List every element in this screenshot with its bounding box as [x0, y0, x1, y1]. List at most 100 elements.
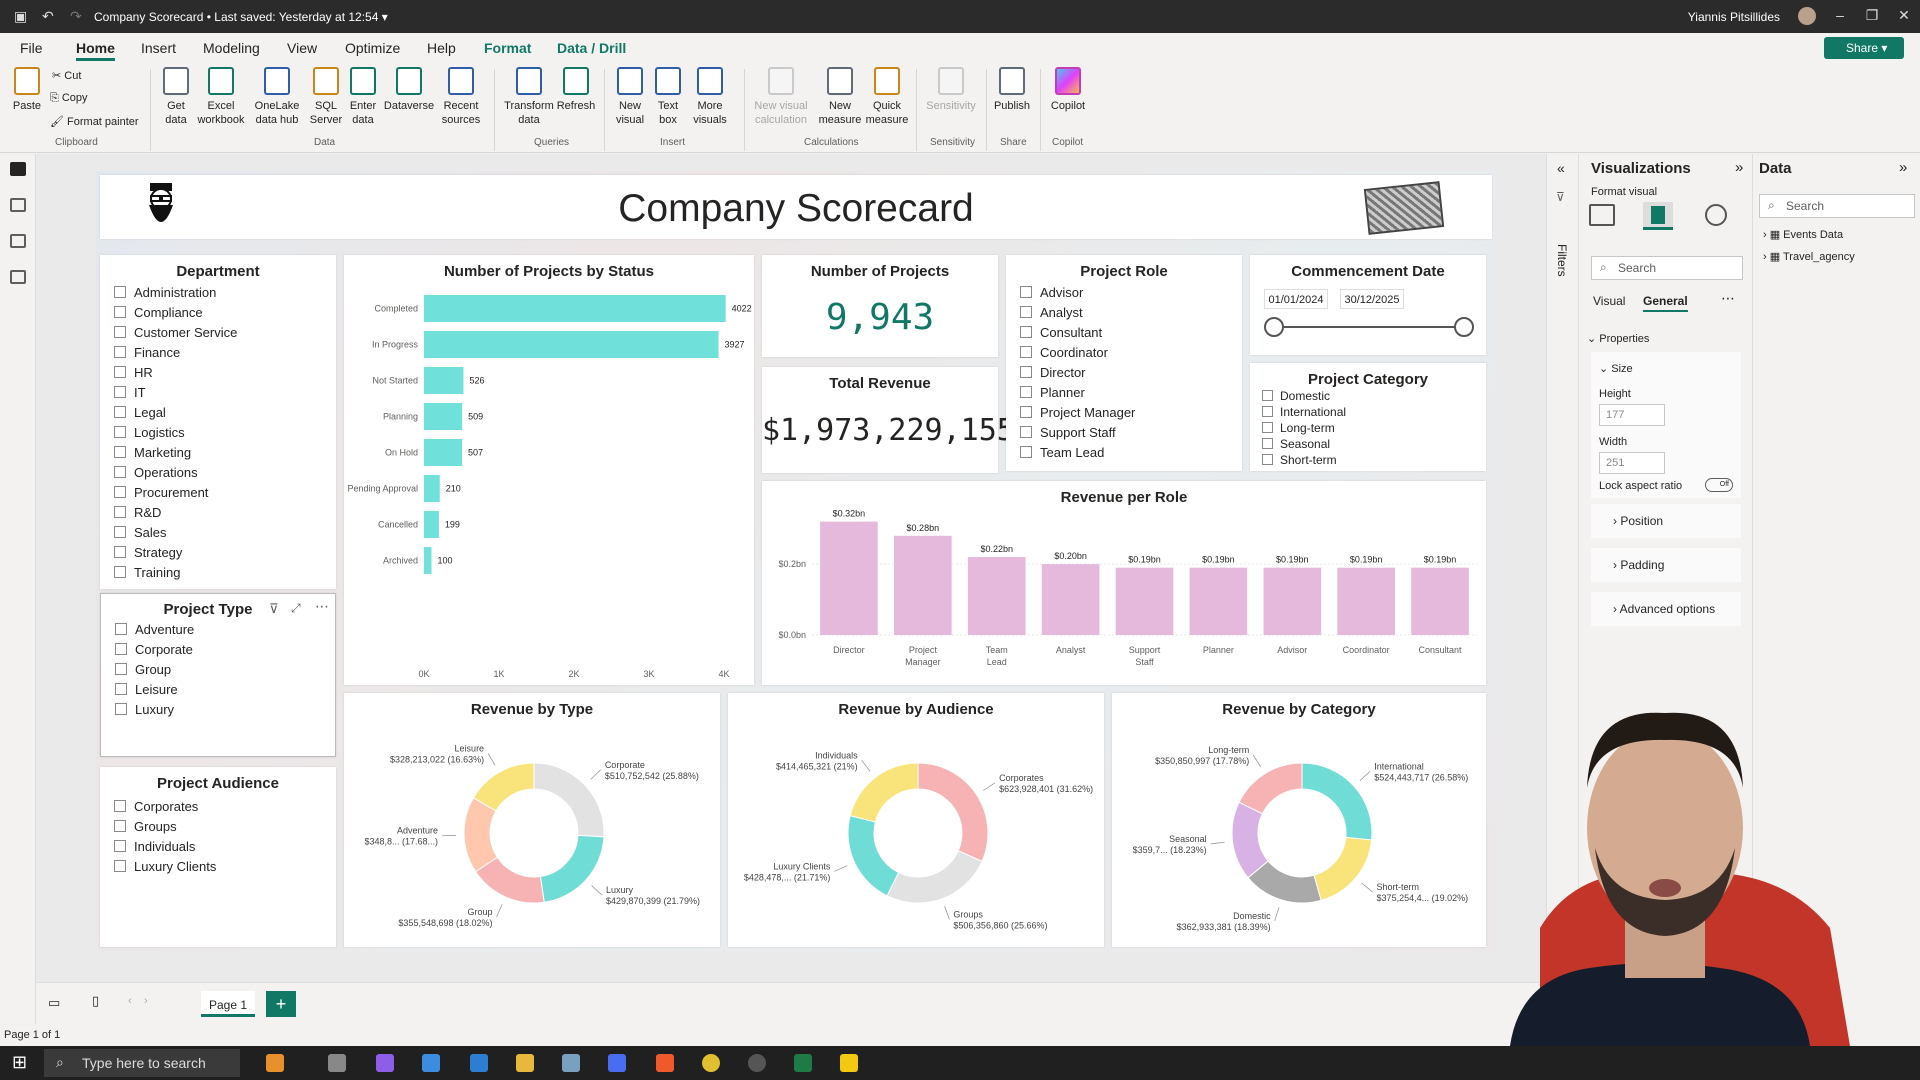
- table-travel-agency[interactable]: › ▦ Travel_agency: [1763, 250, 1855, 263]
- copilot-button[interactable]: Copilot: [1044, 67, 1092, 113]
- quick-measure-button[interactable]: Quick measure: [862, 67, 912, 127]
- restore-icon[interactable]: ❐: [1862, 7, 1882, 24]
- revenue-per-role-chart[interactable]: Revenue per Role $0.0bn $0.2bn $0.32bn Dire…: [762, 481, 1486, 685]
- mail-icon[interactable]: [470, 1054, 488, 1072]
- padding-section[interactable]: › Padding: [1591, 548, 1741, 582]
- audience-item-corporates[interactable]: Corporates: [114, 799, 198, 814]
- start-date-input[interactable]: 01/01/2024: [1264, 289, 1328, 309]
- project-category-slicer[interactable]: Project Category Domestic International …: [1250, 363, 1486, 471]
- commencement-date-slicer[interactable]: Commencement Date 01/01/2024 30/12/2025: [1250, 255, 1486, 355]
- format-visual-icon[interactable]: [1643, 202, 1673, 230]
- properties-section[interactable]: ⌄ Properties: [1587, 332, 1649, 345]
- focus-mode-icon[interactable]: ⤢: [291, 601, 301, 616]
- model-view-icon[interactable]: [10, 234, 26, 248]
- department-item-administration[interactable]: Administration: [114, 285, 216, 300]
- department-slicer[interactable]: Department Administration Compliance Cus…: [100, 255, 336, 589]
- project-type-item-luxury[interactable]: Luxury: [115, 702, 174, 717]
- height-input[interactable]: 177: [1599, 404, 1665, 426]
- table-view-icon[interactable]: [10, 198, 26, 212]
- get-data-button[interactable]: Get data: [156, 67, 196, 127]
- audience-item-individuals[interactable]: Individuals: [114, 839, 195, 854]
- tab-file[interactable]: File: [20, 40, 43, 56]
- audience-item-groups[interactable]: Groups: [114, 819, 177, 834]
- department-item-procurement[interactable]: Procurement: [114, 485, 208, 500]
- department-item-legal[interactable]: Legal: [114, 405, 166, 420]
- position-section[interactable]: › Position: [1591, 504, 1741, 538]
- department-item-strategy[interactable]: Strategy: [114, 545, 182, 560]
- undo-icon[interactable]: ↶: [42, 8, 54, 25]
- sql-server-button[interactable]: SQL Server: [308, 67, 344, 127]
- more-visuals-button[interactable]: More visuals: [688, 67, 732, 127]
- report-header[interactable]: Company Scorecard: [100, 175, 1492, 239]
- windows-start-icon[interactable]: ⊞: [12, 1052, 27, 1073]
- project-type-item-adventure[interactable]: Adventure: [115, 622, 194, 637]
- size-header[interactable]: ⌄ Size: [1599, 362, 1633, 375]
- category-item-seasonal[interactable]: Seasonal: [1262, 437, 1330, 451]
- transform-data-button[interactable]: Transform data: [500, 67, 558, 127]
- close-icon[interactable]: ✕: [1894, 7, 1914, 24]
- new-visual-calculation-button[interactable]: New visual calculation: [746, 67, 816, 127]
- role-item-coordinator[interactable]: Coordinator: [1020, 345, 1108, 360]
- excel-icon[interactable]: [794, 1054, 812, 1072]
- role-item-analyst[interactable]: Analyst: [1020, 305, 1083, 320]
- tab-optimize[interactable]: Optimize: [345, 40, 400, 56]
- brave-icon[interactable]: [656, 1054, 674, 1072]
- lock-aspect-toggle[interactable]: Off: [1705, 478, 1733, 492]
- chrome-icon[interactable]: [702, 1054, 720, 1072]
- table-events-data[interactable]: › ▦ Events Data: [1763, 228, 1843, 241]
- project-type-slicer[interactable]: Project Type ⊽ ⤢ ⋯ Adventure Corporate G…: [100, 593, 336, 757]
- app-icon[interactable]: [748, 1054, 766, 1072]
- revenue-by-audience-chart[interactable]: Revenue by Audience Corporates $623,928,4…: [728, 693, 1104, 947]
- tab-insert[interactable]: Insert: [141, 40, 176, 56]
- new-visual-button[interactable]: New visual: [610, 67, 650, 127]
- project-type-item-group[interactable]: Group: [115, 662, 171, 677]
- report-view-icon[interactable]: [10, 162, 26, 176]
- more-options-icon[interactable]: ⋯: [315, 598, 329, 615]
- department-item-customer-service[interactable]: Customer Service: [114, 325, 237, 340]
- collapse-icon[interactable]: «: [1557, 160, 1565, 176]
- department-item-rnd[interactable]: R&D: [114, 505, 161, 520]
- category-item-short-term[interactable]: Short-term: [1262, 453, 1337, 467]
- width-input[interactable]: 251: [1599, 452, 1665, 474]
- dataverse-button[interactable]: Dataverse: [382, 67, 436, 113]
- category-item-long-term[interactable]: Long-term: [1262, 421, 1335, 435]
- taskbar-search-input[interactable]: ⌕ Type here to search: [44, 1049, 240, 1077]
- department-item-sales[interactable]: Sales: [114, 525, 167, 540]
- project-type-item-leisure[interactable]: Leisure: [115, 682, 178, 697]
- role-item-consultant[interactable]: Consultant: [1020, 325, 1102, 340]
- onelake-button[interactable]: OneLake data hub: [248, 67, 306, 127]
- date-slider-track[interactable]: [1274, 326, 1464, 328]
- app-icon[interactable]: [562, 1054, 580, 1072]
- revenue-by-type-chart[interactable]: Revenue by Type Corporate $510,752,542 (2…: [344, 693, 720, 947]
- tab-view[interactable]: View: [287, 40, 317, 56]
- window-title[interactable]: Company Scorecard • Last saved: Yesterda…: [94, 10, 388, 24]
- share-button[interactable]: Share ▾: [1824, 37, 1904, 59]
- role-item-project-manager[interactable]: Project Manager: [1020, 405, 1135, 420]
- tab-home[interactable]: Home: [76, 40, 115, 61]
- role-item-advisor[interactable]: Advisor: [1020, 285, 1083, 300]
- tab-data-drill[interactable]: Data / Drill: [557, 40, 626, 56]
- store-icon[interactable]: [422, 1054, 440, 1072]
- publish-button[interactable]: Publish: [990, 67, 1034, 113]
- tab-help[interactable]: Help: [427, 40, 456, 56]
- category-item-domestic[interactable]: Domestic: [1262, 389, 1330, 403]
- mobile-layout-icon[interactable]: ▯: [92, 993, 99, 1009]
- app-icon[interactable]: [608, 1054, 626, 1072]
- collapse-pane-icon[interactable]: »: [1899, 159, 1907, 176]
- kpi-total-revenue[interactable]: Total Revenue $1,973,229,155: [762, 367, 1015, 473]
- new-measure-button[interactable]: New measure: [818, 67, 862, 127]
- copy-button[interactable]: ⎘ Copy: [50, 92, 88, 105]
- text-box-button[interactable]: Text box: [650, 67, 686, 127]
- refresh-button[interactable]: Refresh: [554, 67, 598, 113]
- role-item-director[interactable]: Director: [1020, 365, 1086, 380]
- tab-format[interactable]: Format: [484, 40, 531, 56]
- department-item-compliance[interactable]: Compliance: [114, 305, 203, 320]
- desktop-layout-icon[interactable]: ▭: [48, 995, 60, 1011]
- more-options-icon[interactable]: ⋯: [1721, 290, 1735, 307]
- kpi-number-of-projects[interactable]: Number of Projects 9,943: [762, 255, 998, 357]
- audience-item-luxury-clients[interactable]: Luxury Clients: [114, 859, 216, 874]
- project-type-item-corporate[interactable]: Corporate: [115, 642, 193, 657]
- prev-page-icon[interactable]: ‹: [128, 995, 132, 1007]
- save-icon[interactable]: ▣: [14, 8, 27, 25]
- tab-visual[interactable]: Visual: [1593, 294, 1625, 308]
